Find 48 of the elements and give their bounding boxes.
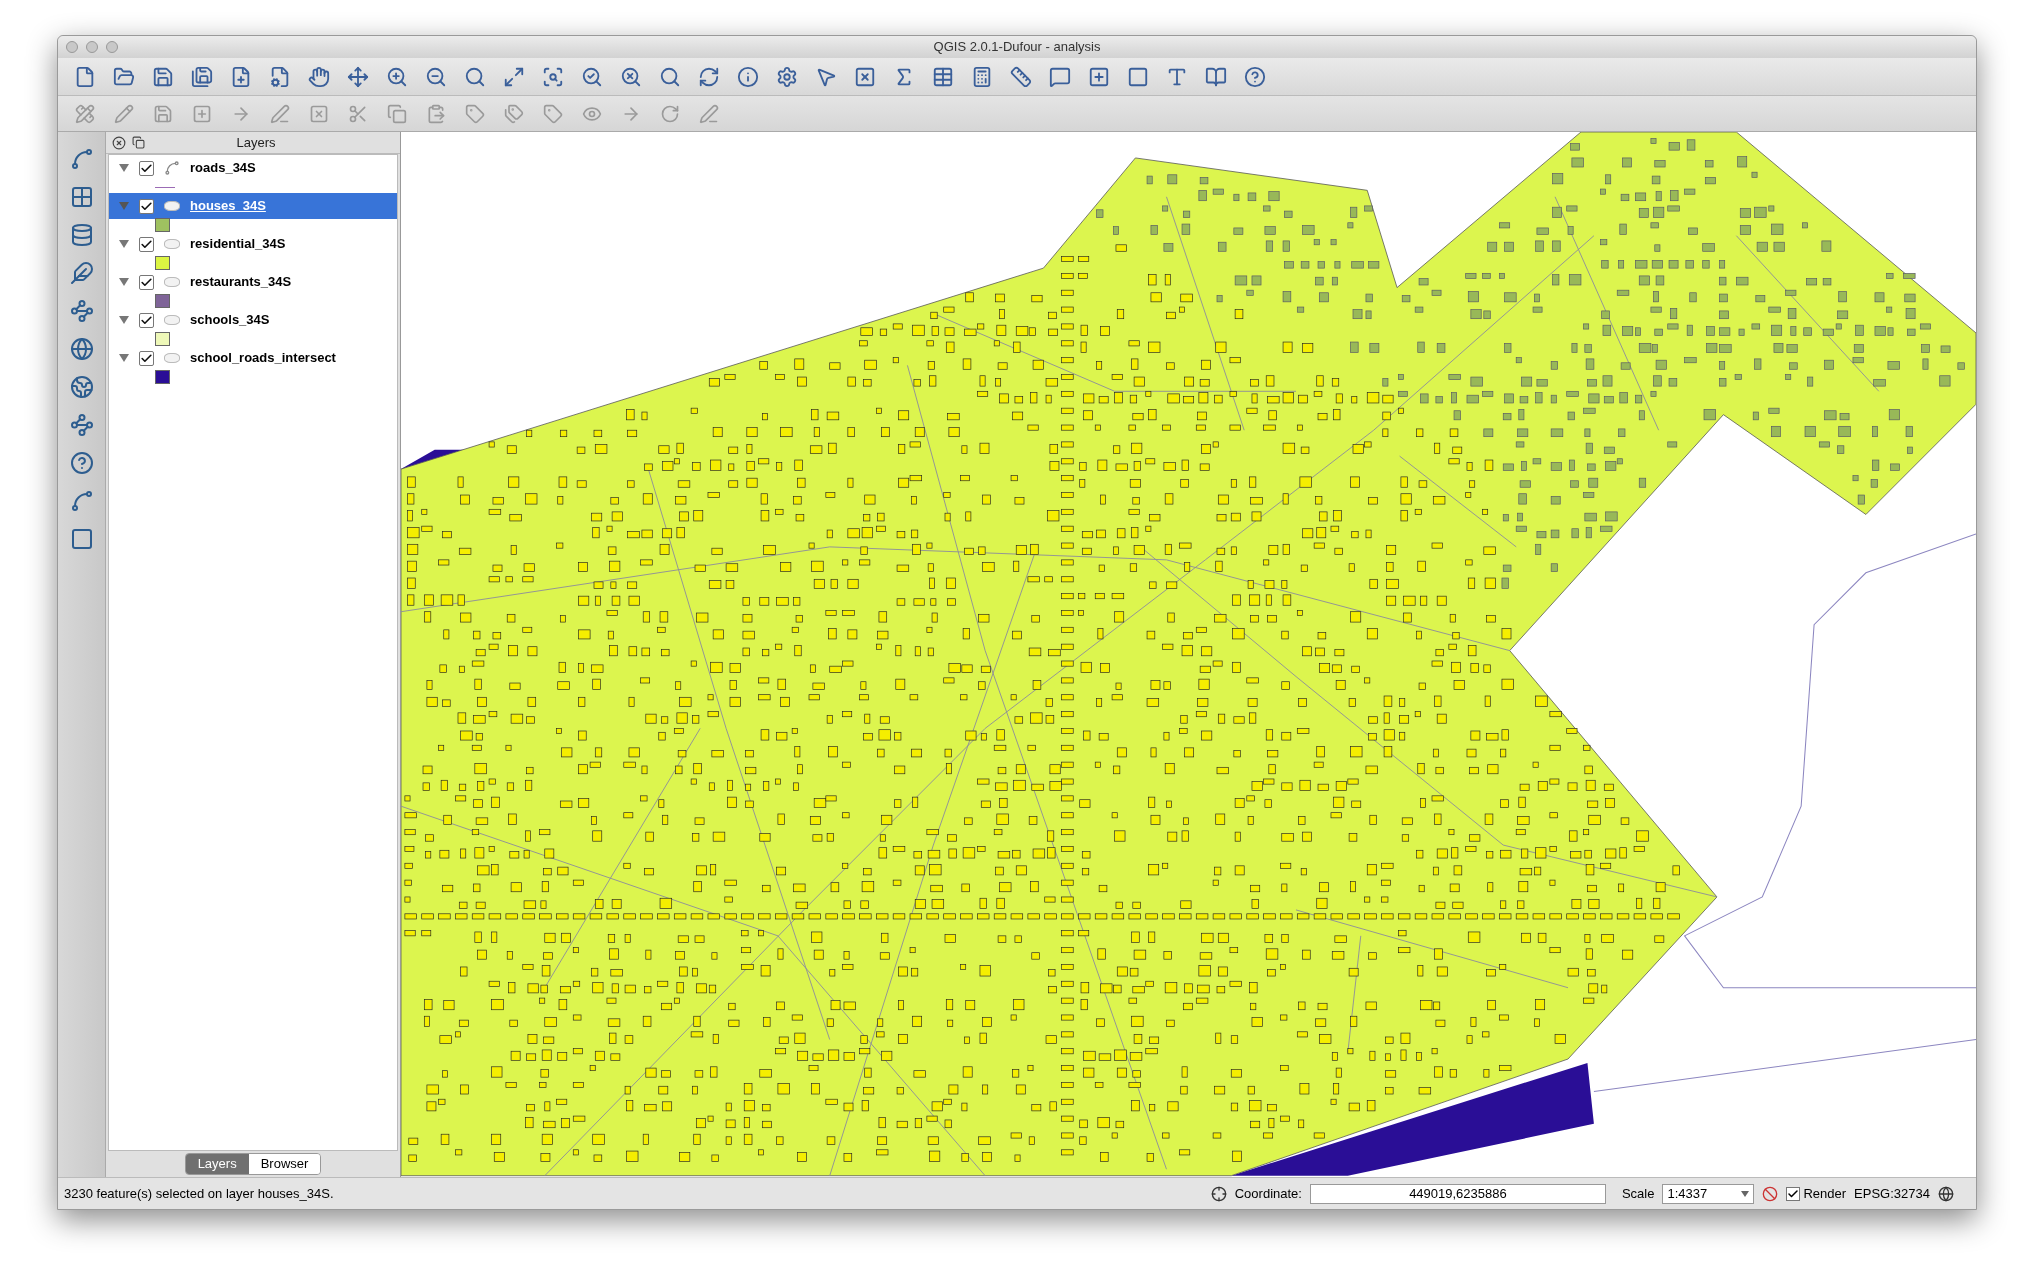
scale-label: Scale bbox=[1621, 1184, 1655, 1203]
expand-arrow-icon[interactable] bbox=[119, 316, 129, 324]
layer-checkbox[interactable] bbox=[139, 236, 154, 252]
layer-name: houses_34S bbox=[190, 197, 266, 216]
expand-arrow-icon[interactable] bbox=[119, 164, 129, 172]
panel-tab[interactable]: Layers bbox=[185, 1154, 249, 1174]
render-checkbox[interactable] bbox=[1786, 1186, 1801, 1201]
map-canvas-drawing[interactable] bbox=[401, 132, 1976, 1177]
layer-checkbox[interactable] bbox=[139, 350, 154, 366]
layer-row[interactable]: schools_34S bbox=[109, 307, 397, 333]
float-panel-icon[interactable] bbox=[132, 136, 145, 149]
layer-checkbox[interactable] bbox=[139, 160, 154, 176]
polygon-layer-icon bbox=[164, 353, 180, 363]
layer-checkbox[interactable] bbox=[139, 198, 154, 214]
layer-name: restaurants_34S bbox=[190, 273, 292, 292]
layer-checkbox[interactable] bbox=[139, 274, 154, 290]
layer-name: roads_34S bbox=[190, 159, 256, 178]
scale-dropdown[interactable]: 1:4337 bbox=[1662, 1183, 1755, 1204]
expand-arrow-icon[interactable] bbox=[119, 354, 129, 362]
layer-row[interactable]: roads_34S bbox=[109, 155, 397, 181]
layer-checkbox[interactable] bbox=[139, 312, 154, 328]
panel-title: Layers bbox=[235, 133, 277, 152]
layer-row[interactable]: houses_34S bbox=[109, 193, 397, 219]
layer-row[interactable]: school_roads_intersect bbox=[109, 345, 397, 371]
layer-row[interactable]: restaurants_34S bbox=[109, 269, 397, 295]
polygon-layer-icon bbox=[164, 201, 180, 211]
crs-globe-icon[interactable] bbox=[1938, 1185, 1954, 1202]
polygon-layer-icon bbox=[164, 315, 180, 325]
coordinate-field[interactable]: 449019,6235886 bbox=[1309, 1183, 1606, 1204]
expand-arrow-icon[interactable] bbox=[119, 240, 129, 248]
layer-name: school_roads_intersect bbox=[190, 349, 336, 368]
render-label: Render bbox=[1803, 1184, 1847, 1203]
panel-tab[interactable]: Browser bbox=[248, 1154, 321, 1174]
layer-name: schools_34S bbox=[190, 311, 270, 330]
window-title: QGIS 2.0.1-Dufour - analysis bbox=[932, 38, 1102, 57]
expand-arrow-icon[interactable] bbox=[119, 278, 129, 286]
layer-row[interactable]: residential_34S bbox=[109, 231, 397, 257]
dropdown-caret-icon bbox=[1741, 1190, 1750, 1197]
crs-button[interactable]: EPSG:32734 bbox=[1854, 1183, 1930, 1204]
coordinate-label: Coordinate: bbox=[1234, 1184, 1302, 1203]
status-message: 3230 feature(s) selected on layer houses_34S. bbox=[64, 1184, 335, 1203]
polygon-layer-icon bbox=[164, 239, 180, 249]
close-panel-icon[interactable] bbox=[112, 135, 126, 150]
coordinate-toggle-icon[interactable] bbox=[1210, 1185, 1227, 1202]
polygon-layer-icon bbox=[164, 277, 180, 287]
layer-name: residential_34S bbox=[190, 235, 286, 254]
line-layer-icon bbox=[164, 160, 180, 176]
stop-render-icon[interactable] bbox=[1762, 1185, 1779, 1202]
